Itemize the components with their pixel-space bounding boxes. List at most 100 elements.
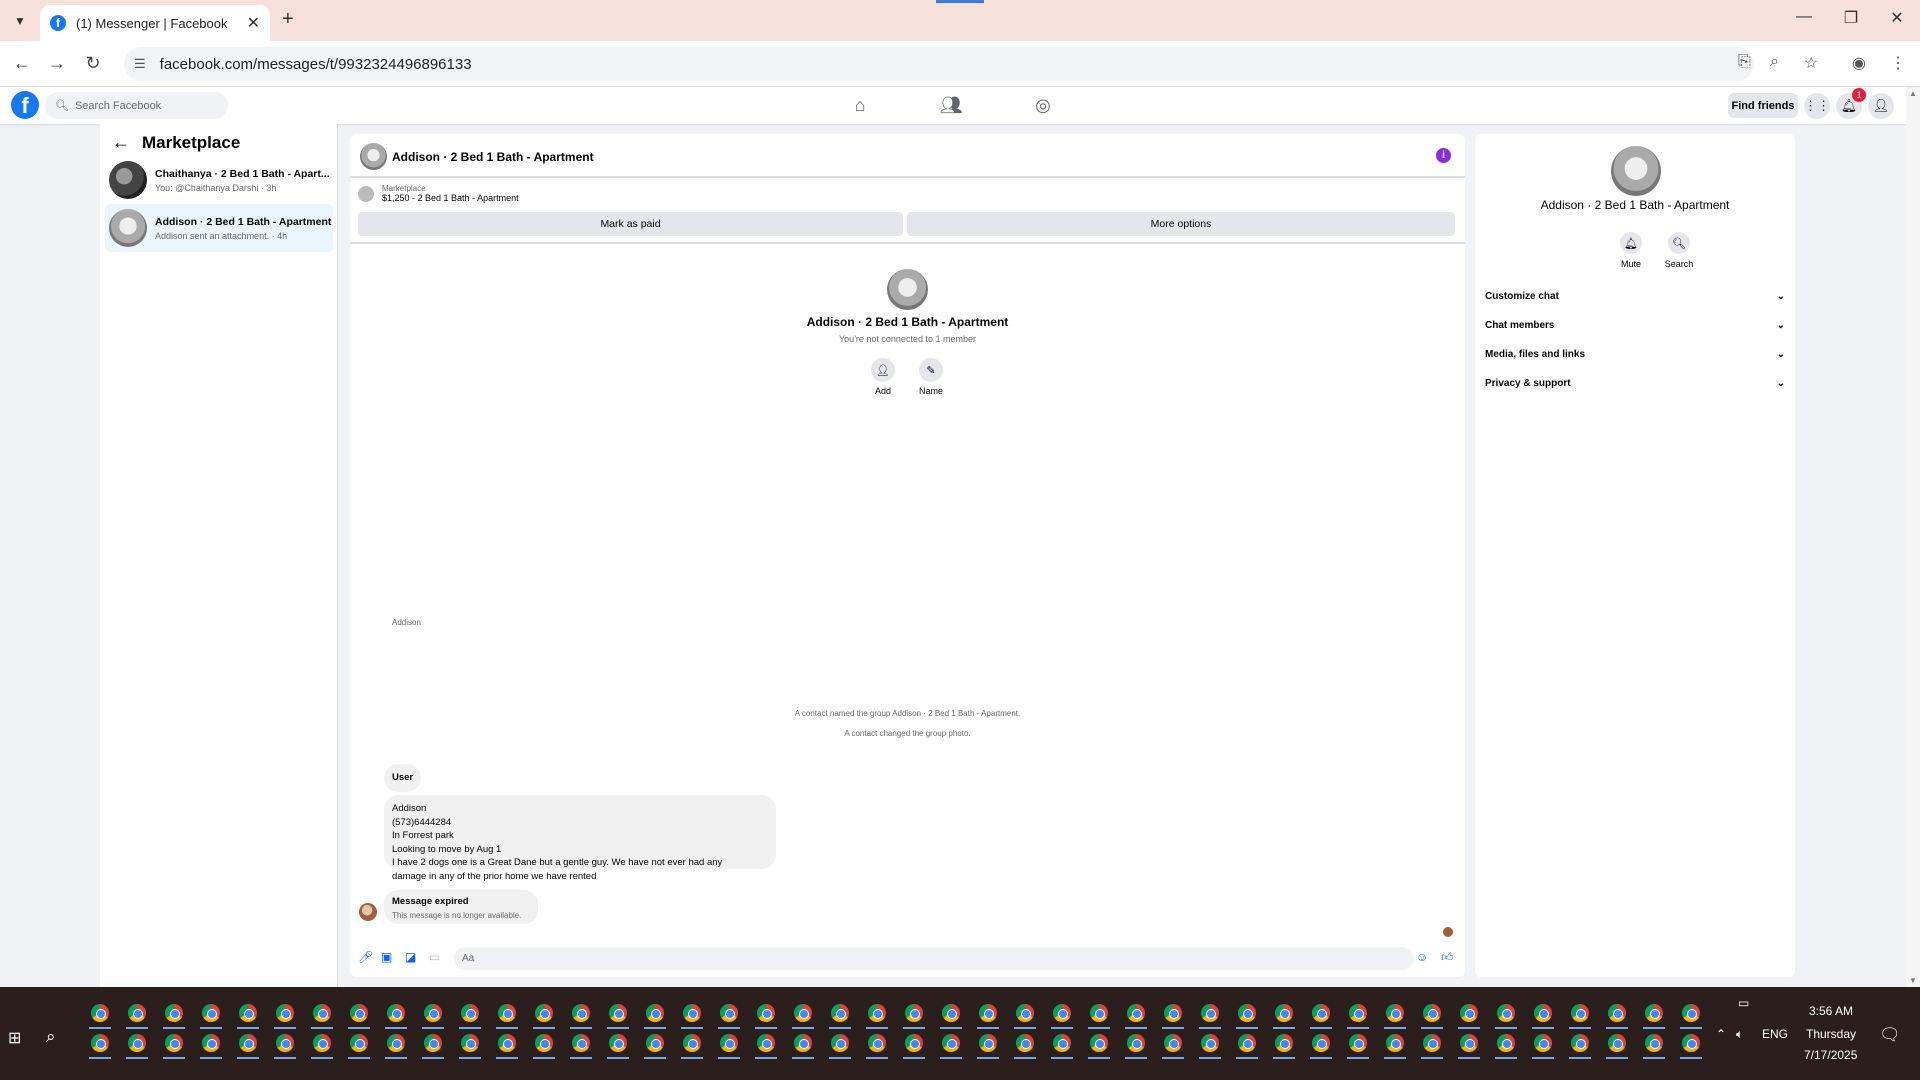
chrome-taskbar-icon[interactable]	[498, 1034, 516, 1052]
chrome-taskbar-icon[interactable]	[1238, 1004, 1256, 1022]
clock-day[interactable]: Thursday	[1806, 1027, 1856, 1041]
site-settings-icon[interactable]: ☰	[134, 56, 146, 72]
message-input[interactable]: Aa	[454, 947, 1414, 970]
mark-as-paid-button[interactable]: Mark as paid	[358, 212, 903, 236]
chrome-taskbar-icon[interactable]	[831, 1004, 849, 1022]
chrome-taskbar-icon[interactable]	[535, 1034, 553, 1052]
scroll-down-icon[interactable]: ▼	[1909, 976, 1917, 985]
info-icon[interactable]: i	[1436, 148, 1451, 163]
chrome-taskbar-icon[interactable]	[757, 1034, 775, 1052]
chrome-taskbar-icon[interactable]	[202, 1034, 220, 1052]
gif-icon[interactable]: ▭	[429, 950, 440, 964]
chrome-taskbar-icon[interactable]	[1460, 1004, 1478, 1022]
chrome-taskbar-icon[interactable]	[1090, 1004, 1108, 1022]
chrome-taskbar-icon[interactable]	[942, 1034, 960, 1052]
restore-icon[interactable]: ❐	[1836, 8, 1866, 28]
chrome-taskbar-icon[interactable]	[1127, 1004, 1145, 1022]
chrome-taskbar-icon[interactable]	[1016, 1004, 1034, 1022]
message-bubble[interactable]: Addison (573)6444284 In Forrest park Loo…	[384, 795, 776, 882]
chrome-taskbar-icon[interactable]	[942, 1004, 960, 1022]
forward-icon[interactable]: →	[46, 53, 68, 74]
chrome-taskbar-icon[interactable]	[128, 1034, 146, 1052]
chrome-taskbar-icon[interactable]	[609, 1034, 627, 1052]
chrome-taskbar-icon[interactable]	[535, 1004, 553, 1022]
chrome-taskbar-icon[interactable]	[461, 1034, 479, 1052]
chrome-taskbar-icon[interactable]	[165, 1004, 183, 1022]
chrome-taskbar-icon[interactable]	[1497, 1004, 1515, 1022]
back-arrow-icon[interactable]: ←	[112, 132, 130, 153]
chrome-taskbar-icon[interactable]	[1275, 1004, 1293, 1022]
chrome-taskbar-icon[interactable]	[1164, 1034, 1182, 1052]
chrome-taskbar-icon[interactable]	[794, 1034, 812, 1052]
chrome-taskbar-icon[interactable]	[387, 1004, 405, 1022]
chrome-taskbar-icon[interactable]	[313, 1034, 331, 1052]
chrome-taskbar-icon[interactable]	[387, 1034, 405, 1052]
sticker-icon[interactable]: ◪	[405, 950, 416, 964]
chrome-taskbar-icon[interactable]	[1127, 1034, 1145, 1052]
minimize-icon[interactable]: —	[1789, 8, 1819, 26]
chrome-taskbar-icon[interactable]	[683, 1004, 701, 1022]
clock-date[interactable]: 7/17/2025	[1804, 1048, 1857, 1062]
chrome-taskbar-icon[interactable]	[1571, 1034, 1589, 1052]
browser-tab[interactable]: f (1) Messenger | Facebook ✕	[40, 5, 270, 41]
chrome-taskbar-icon[interactable]	[868, 1004, 886, 1022]
profile-icon[interactable]: ◉	[1852, 53, 1866, 73]
chat-title[interactable]: Addison · 2 Bed 1 Bath - Apartment	[392, 150, 594, 164]
chrome-taskbar-icon[interactable]	[1238, 1034, 1256, 1052]
chrome-menu-icon[interactable]: ⋮	[1890, 53, 1906, 73]
chrome-taskbar-icon[interactable]	[905, 1004, 923, 1022]
chrome-taskbar-icon[interactable]	[646, 1004, 664, 1022]
chrome-taskbar-icon[interactable]	[1312, 1004, 1330, 1022]
message-bubble[interactable]: User	[384, 764, 422, 792]
chrome-taskbar-icon[interactable]	[1053, 1004, 1071, 1022]
new-tab-icon[interactable]: +	[282, 8, 294, 31]
chrome-taskbar-icon[interactable]	[1386, 1034, 1404, 1052]
page-scrollbar[interactable]: ▲ ▼	[1906, 87, 1920, 987]
omnibox[interactable]: ☰ facebook.com/messages/t/99323244968961…	[124, 47, 1754, 81]
chrome-taskbar-icon[interactable]	[239, 1004, 257, 1022]
mute-button[interactable]: 🔔︎ Mute	[1611, 232, 1651, 269]
chrome-taskbar-icon[interactable]	[1608, 1034, 1626, 1052]
chrome-taskbar-icon[interactable]	[165, 1034, 183, 1052]
chrome-taskbar-icon[interactable]	[461, 1004, 479, 1022]
chrome-taskbar-icon[interactable]	[979, 1034, 997, 1052]
chrome-taskbar-icon[interactable]	[1534, 1034, 1552, 1052]
chrome-taskbar-icon[interactable]	[1201, 1034, 1219, 1052]
language-indicator[interactable]: ENG	[1762, 1027, 1788, 1041]
reload-icon[interactable]: ↻	[82, 53, 104, 74]
chrome-taskbar-icon[interactable]	[683, 1034, 701, 1052]
install-icon[interactable]: ⎘	[1738, 53, 1751, 71]
chrome-taskbar-icon[interactable]	[91, 1034, 109, 1052]
microphone-icon[interactable]: 🎤︎	[358, 950, 373, 964]
find-friends-button[interactable]: Find friends	[1728, 93, 1798, 118]
chrome-taskbar-icon[interactable]	[1682, 1034, 1700, 1052]
chrome-taskbar-icon[interactable]	[239, 1034, 257, 1052]
media-files-links-section[interactable]: Media, files and links ⌄	[1485, 349, 1785, 360]
chrome-taskbar-icon[interactable]	[1534, 1004, 1552, 1022]
chrome-taskbar-icon[interactable]	[350, 1004, 368, 1022]
facebook-search-input[interactable]: 🔍︎ Search Facebook	[45, 92, 228, 119]
chrome-taskbar-icon[interactable]	[498, 1004, 516, 1022]
chrome-taskbar-icon[interactable]	[1090, 1034, 1108, 1052]
gallery-icon[interactable]: ▣	[381, 950, 392, 964]
back-icon[interactable]: ←	[11, 53, 33, 74]
emoji-icon[interactable]: ☺	[1416, 950, 1428, 964]
chrome-taskbar-icon[interactable]	[1312, 1034, 1330, 1052]
expired-message-bubble[interactable]: Message expired This message is no longe…	[384, 890, 538, 924]
chrome-taskbar-icon[interactable]	[720, 1034, 738, 1052]
chrome-taskbar-icon[interactable]	[313, 1004, 331, 1022]
windows-start-icon[interactable]: ⊞	[8, 1028, 21, 1048]
window-close-icon[interactable]: ✕	[1882, 8, 1912, 28]
conversation-item-active[interactable]: Addison · 2 Bed 1 Bath - Apartment Addis…	[105, 204, 333, 252]
chrome-taskbar-icon[interactable]	[1164, 1004, 1182, 1022]
chrome-taskbar-icon[interactable]	[276, 1004, 294, 1022]
chrome-taskbar-icon[interactable]	[276, 1034, 294, 1052]
chrome-taskbar-icon[interactable]	[1682, 1004, 1700, 1022]
chrome-taskbar-icon[interactable]	[128, 1004, 146, 1022]
avatar[interactable]	[360, 143, 387, 170]
chrome-taskbar-icon[interactable]	[646, 1034, 664, 1052]
privacy-support-section[interactable]: Privacy & support ⌄	[1485, 378, 1785, 389]
chrome-taskbar-icon[interactable]	[868, 1034, 886, 1052]
menu-grid-icon[interactable]: ⋮⋮	[1804, 93, 1830, 119]
chrome-taskbar-icon[interactable]	[1423, 1004, 1441, 1022]
